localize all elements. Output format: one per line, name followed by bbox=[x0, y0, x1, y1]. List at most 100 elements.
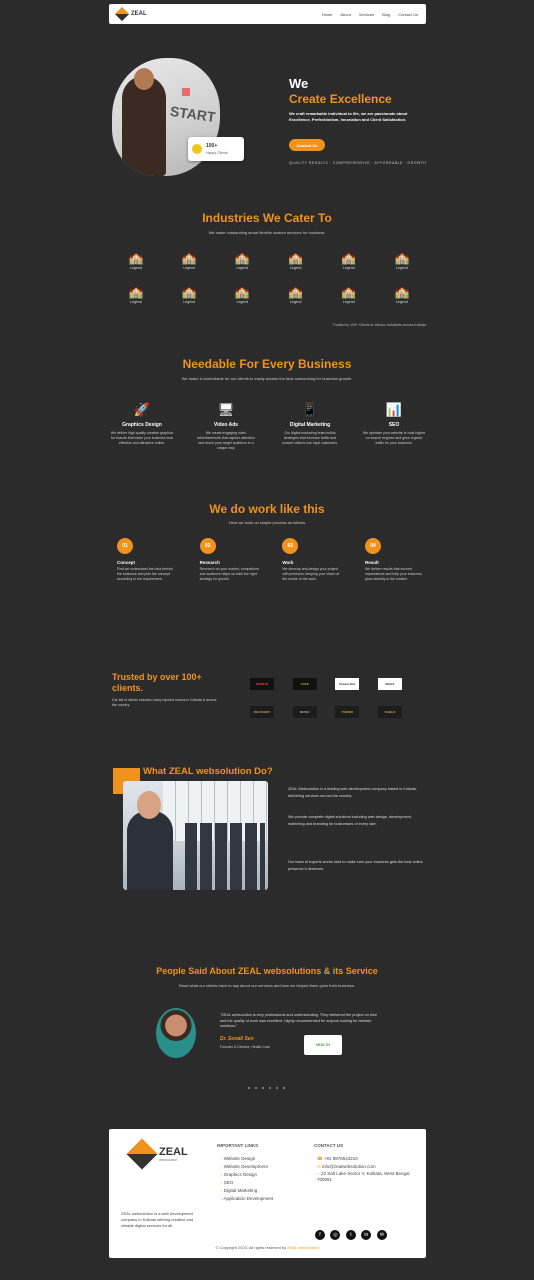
step-result: 04 Result We deliver results that exceed… bbox=[364, 538, 425, 582]
footer-link-digital-marketing[interactable]: › Digital Marketing bbox=[221, 1187, 273, 1195]
bar-chart-icon: 📊 bbox=[385, 402, 403, 417]
carousel-dot[interactable] bbox=[276, 1087, 278, 1089]
chevron-right-icon: › bbox=[221, 1180, 223, 1185]
about-paragraph-1: ZEAL Websolution is a leading web develo… bbox=[288, 787, 417, 798]
nav-link-services[interactable]: Services bbox=[359, 12, 374, 17]
industry-item: 🏫 Legend bbox=[126, 252, 146, 270]
industry-item: 🏫 Legend bbox=[392, 286, 412, 304]
footer-copyright: © Copyright 2023, All rights reserved by… bbox=[215, 1245, 320, 1250]
hero-heading: Create Excellence bbox=[289, 92, 392, 106]
services-subtitle: We make it comfortable for our clients t… bbox=[181, 376, 353, 381]
team-group bbox=[185, 823, 265, 890]
zeal-logo-icon bbox=[114, 6, 130, 22]
footer-links: › Website Design › Website Development ›… bbox=[221, 1155, 273, 1203]
footer-link-seo[interactable]: › SEO bbox=[221, 1179, 273, 1187]
carousel-dot[interactable] bbox=[255, 1087, 257, 1089]
social-icons: f ◎ t in ✉ bbox=[315, 1223, 388, 1241]
hero-description: We craft remarkable individual to life, … bbox=[289, 111, 408, 122]
footer-brand-sub: websolution bbox=[159, 1158, 178, 1162]
badge-label: Happy Clients bbox=[206, 151, 228, 155]
hero-tagline: QUALITY RESULTS · COMPREHENSIVE · AFFORD… bbox=[289, 161, 427, 165]
linkedin-icon[interactable]: in bbox=[361, 1230, 372, 1240]
sticky-note bbox=[182, 88, 190, 96]
industries-title: Industries We Cater To bbox=[202, 211, 332, 225]
services-row: 🚀 Graphics Design We deliver high qualit… bbox=[110, 402, 426, 451]
footer-email[interactable]: ✉ info@zealwebsolution.com bbox=[317, 1163, 423, 1171]
monitor-icon: 🖥 bbox=[217, 402, 235, 417]
instagram-icon[interactable]: ◎ bbox=[330, 1230, 341, 1240]
company-logo-text: HEALTH bbox=[316, 1043, 330, 1047]
service-card-graphics[interactable]: 🚀 Graphics Design We deliver high qualit… bbox=[110, 402, 174, 451]
nav-links: Home About Services Blog Contact Us bbox=[314, 12, 418, 17]
carousel-dot[interactable] bbox=[248, 1087, 250, 1089]
industry-item: 🏫 Legend bbox=[179, 252, 199, 270]
footer-logo[interactable]: ZEAL websolution bbox=[126, 1138, 188, 1170]
building-icon: 🏫 bbox=[234, 285, 250, 299]
footer-about: ZEAL websolution is a web development co… bbox=[121, 1211, 194, 1228]
nav-link-about[interactable]: About bbox=[340, 12, 350, 17]
industries-footnote: Trusted by 100+ Clients in Various Indus… bbox=[332, 323, 426, 327]
step-research: 02 Research Research on your market, com… bbox=[199, 538, 260, 582]
client-logo: RECOVERY bbox=[250, 706, 274, 718]
industry-item: 🏫 Legend bbox=[339, 286, 359, 304]
copyright-brand-link[interactable]: ZEAL websolution bbox=[287, 1245, 319, 1250]
chevron-right-icon: › bbox=[221, 1172, 223, 1177]
nav-link-blog[interactable]: Blog bbox=[382, 12, 390, 17]
service-card-digital-marketing[interactable]: 📱 Digital Marketing Our digital marketin… bbox=[278, 402, 342, 451]
twitter-icon[interactable]: t bbox=[345, 1230, 356, 1240]
footer-link-website-development[interactable]: › Website Development bbox=[221, 1163, 273, 1171]
person-head bbox=[134, 68, 154, 90]
about-paragraph-2: We provide complete digital solutions in… bbox=[288, 815, 412, 826]
service-card-video-ads[interactable]: 🖥 Video Ads We create engaging video adv… bbox=[194, 402, 258, 451]
building-icon: 🏫 bbox=[181, 285, 197, 299]
carousel-dot[interactable] bbox=[262, 1087, 264, 1089]
client-logo: SHIELD bbox=[377, 706, 402, 718]
businessman-figure bbox=[127, 811, 173, 890]
building-icon: 🏫 bbox=[288, 251, 304, 265]
businessman-head bbox=[137, 791, 161, 819]
nav-link-contact[interactable]: Contact Us bbox=[398, 12, 418, 17]
industry-item: 🏫 Legend bbox=[286, 286, 306, 304]
footer-phone[interactable]: ☎ +91 9876543210 bbox=[317, 1155, 423, 1163]
industry-item: 🏫 Legend bbox=[179, 286, 199, 304]
process-title: We do work like this bbox=[209, 502, 325, 516]
facebook-icon[interactable]: f bbox=[315, 1230, 325, 1240]
step-concept: 01 Concept First we understand the idea … bbox=[117, 538, 177, 582]
footer-link-graphics-design[interactable]: › Graphics Design bbox=[221, 1171, 273, 1179]
testimonial-name: Dr. Sonali Sen bbox=[220, 1036, 254, 1042]
chevron-right-icon: › bbox=[221, 1164, 223, 1169]
whiteboard-text: START bbox=[169, 102, 217, 126]
client-logo: CAFE bbox=[292, 678, 317, 690]
carousel-dot[interactable] bbox=[269, 1087, 271, 1089]
contact-us-button[interactable]: Contact Us bbox=[289, 139, 325, 151]
clients-title: Trusted by over 100+ clients. bbox=[112, 672, 202, 693]
building-icon: 🏫 bbox=[128, 251, 144, 265]
industry-item: 🏫 Legend bbox=[286, 252, 306, 270]
footer-links-title: IMPORTANT LINKS bbox=[217, 1143, 259, 1148]
badge-count: 100+ bbox=[206, 143, 218, 149]
client-logo: MAHA bbox=[377, 678, 402, 690]
building-icon: 🏫 bbox=[234, 251, 250, 265]
industries-subtitle: We make outstanding smart flexible custo… bbox=[208, 230, 326, 235]
industry-item: 🏫 Legend bbox=[339, 252, 359, 270]
phone-icon: ☎ bbox=[317, 1156, 323, 1161]
footer-link-app-development[interactable]: › Application Development bbox=[221, 1195, 273, 1203]
client-logo: MUSIC bbox=[292, 706, 317, 718]
building-icon: 🏫 bbox=[181, 251, 197, 265]
nav-link-home[interactable]: Home bbox=[322, 12, 333, 17]
footer-link-website-design[interactable]: › Website Design bbox=[221, 1155, 273, 1163]
hero-heading-we: We bbox=[289, 76, 309, 91]
client-logos: SPORTS CAFE Dream Box MAHA RECOVERY MUSI… bbox=[250, 678, 402, 718]
industry-item: 🏫 Legend bbox=[232, 286, 252, 304]
client-logo: Dream Box bbox=[335, 678, 360, 690]
brand-logo[interactable]: ZEAL bbox=[114, 6, 147, 22]
industry-item: 🏫 Legend bbox=[126, 286, 146, 304]
client-logo: TOWER bbox=[335, 706, 360, 718]
location-icon: ⌂ bbox=[317, 1171, 320, 1176]
email-icon[interactable]: ✉ bbox=[376, 1230, 387, 1240]
testimonial-role: Founder & Director, Health Care bbox=[220, 1045, 270, 1049]
about-paragraph-3: Our team of experts works hard to make s… bbox=[288, 860, 423, 871]
industry-item: 🏫 Legend bbox=[232, 252, 252, 270]
service-card-seo[interactable]: 📊 SEO We optimize your website to rank h… bbox=[362, 402, 426, 451]
carousel-dot[interactable] bbox=[283, 1087, 285, 1089]
